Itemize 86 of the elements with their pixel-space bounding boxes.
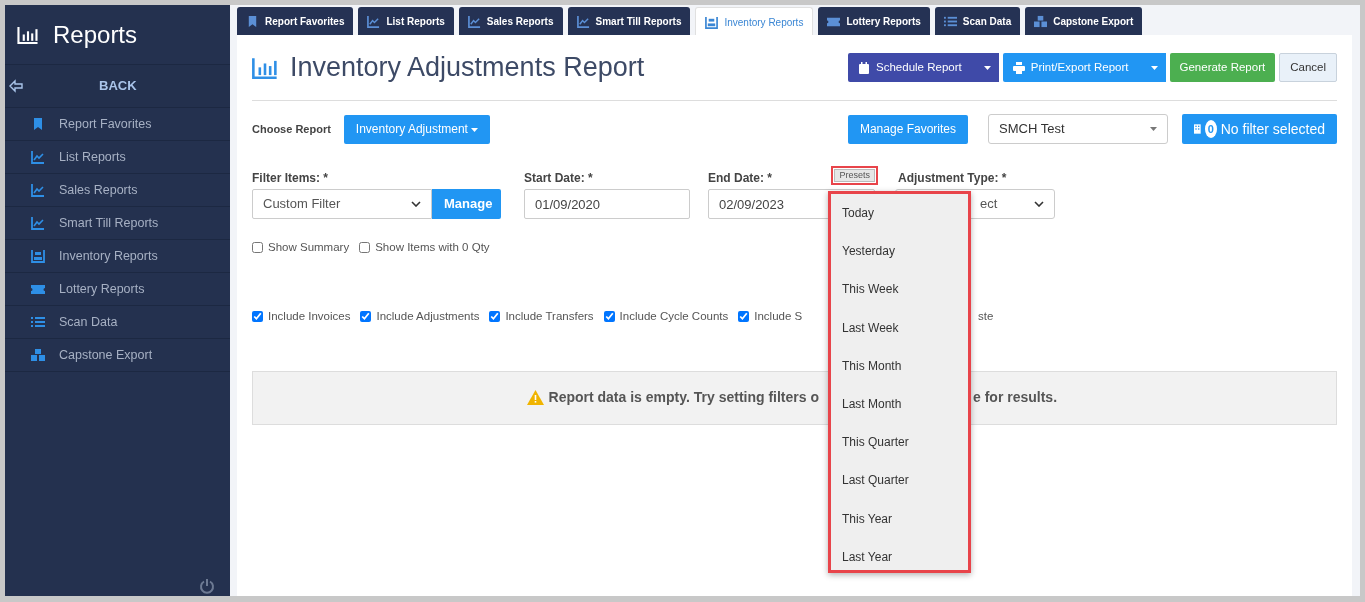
date-field[interactable]: 01/09/2020 <box>524 189 690 219</box>
chart-icon <box>31 183 45 197</box>
caret-icon <box>1150 127 1157 131</box>
sidebar-item[interactable]: Capstone Export <box>5 339 230 372</box>
checkbox-label: Include Adjustments <box>376 309 480 325</box>
tab[interactable]: Sales Reports <box>458 7 563 35</box>
power-icon <box>199 578 215 594</box>
sidebar-item[interactable]: Smart Till Reports <box>5 207 230 240</box>
chevron-icon <box>1034 201 1044 207</box>
menu-item[interactable]: This Month <box>831 346 968 385</box>
tab[interactable]: Inventory Reports <box>695 7 814 37</box>
filter-select[interactable]: Custom Filter <box>252 189 432 219</box>
field-label: Start Date: * <box>524 170 594 187</box>
tab[interactable]: Scan Data <box>934 7 1021 35</box>
field-label: End Date: * <box>708 170 772 187</box>
checkbox[interactable] <box>738 311 750 323</box>
tab[interactable]: Report Favorites <box>237 7 354 35</box>
warning-icon <box>526 390 544 405</box>
list-icon <box>943 14 957 28</box>
tab[interactable]: Smart Till Reports <box>567 7 691 35</box>
filter-count: 0 <box>1204 120 1217 138</box>
cubes-icon <box>1034 14 1048 28</box>
arrow-left-icon <box>9 79 23 93</box>
checkbox[interactable] <box>359 242 371 254</box>
sidebar-title: Reports <box>53 19 138 50</box>
choose-report-label: Choose Report <box>252 121 331 137</box>
chart-icon <box>467 14 481 28</box>
ticket-icon <box>31 282 45 296</box>
menu-item[interactable]: This Quarter <box>831 423 968 462</box>
cubes-icon <box>31 348 45 362</box>
chart-icon <box>576 14 590 28</box>
bookmark-icon <box>31 117 45 131</box>
message-text: e for results. <box>973 388 1058 407</box>
menu-item[interactable]: Last Month <box>831 384 968 424</box>
menu-item[interactable]: Yesterday <box>831 232 968 271</box>
field-label: Adjustment Type: * <box>898 170 1008 187</box>
chevron-icon <box>411 201 421 207</box>
checkbox-label: Show Summary <box>268 240 350 255</box>
caret-icon <box>471 127 479 132</box>
menu-item[interactable]: This Year <box>831 499 968 538</box>
sidebar-item[interactable]: Lottery Reports <box>5 273 230 306</box>
tab[interactable]: List Reports <box>358 7 454 35</box>
sidebar-item[interactable]: Report Favorites <box>5 108 230 141</box>
caret-button[interactable] <box>975 53 999 82</box>
tab[interactable]: Lottery Reports <box>818 7 930 35</box>
chart-icon <box>367 14 381 28</box>
presets-button[interactable]: Presets <box>834 169 875 182</box>
checkbox-label: Show Items with 0 Qty <box>375 240 490 255</box>
sidebar-item[interactable]: Sales Reports <box>5 174 230 207</box>
message-text: Report data is empty. Try setting filters o <box>548 388 819 407</box>
field-label: Filter Items: * <box>252 170 330 187</box>
menu-item[interactable]: Last Week <box>831 308 968 347</box>
schedule-button[interactable]: Schedule Report <box>848 53 976 82</box>
chart-icon <box>31 150 45 164</box>
shelf-icon <box>705 16 719 29</box>
shelf-icon <box>31 249 45 263</box>
page-title: Inventory Adjustments Report <box>290 51 645 85</box>
list-icon <box>31 315 45 329</box>
cancel-button[interactable]: Cancel <box>1279 53 1337 82</box>
sidebar-item[interactable]: Scan Data <box>5 306 230 339</box>
checkbox-label: Include Cycle Counts <box>619 309 729 325</box>
store-select[interactable]: SMCH Test <box>988 114 1168 144</box>
checkbox[interactable] <box>252 311 263 323</box>
sidebar-item[interactable]: Inventory Reports <box>5 240 230 273</box>
chart-icon <box>31 216 45 230</box>
schedule-icon <box>858 61 871 74</box>
checkbox-label: Include S <box>754 309 803 325</box>
checkbox[interactable] <box>603 311 615 323</box>
menu-item[interactable]: Last Quarter <box>831 461 968 500</box>
bookmark-icon <box>246 14 259 28</box>
sidebar-item[interactable]: List Reports <box>5 141 230 174</box>
checkbox[interactable] <box>252 242 263 254</box>
chart-bar-icon <box>252 56 278 79</box>
caret-icon <box>1150 65 1158 70</box>
checkbox[interactable] <box>489 311 501 323</box>
caret-icon <box>983 65 991 70</box>
checkbox-label: Include Transfers <box>505 309 594 325</box>
building-icon <box>1194 122 1201 136</box>
tab[interactable]: Capstone Export <box>1025 7 1143 35</box>
print-icon <box>1012 61 1025 74</box>
menu-item[interactable]: This Week <box>831 270 968 309</box>
menu-item[interactable]: Last Year <box>831 537 968 576</box>
checkbox[interactable] <box>360 311 372 323</box>
chart-bar-icon <box>17 25 39 44</box>
checkbox-label: Include Invoices <box>268 309 351 325</box>
checkbox-label: ste <box>978 309 994 325</box>
